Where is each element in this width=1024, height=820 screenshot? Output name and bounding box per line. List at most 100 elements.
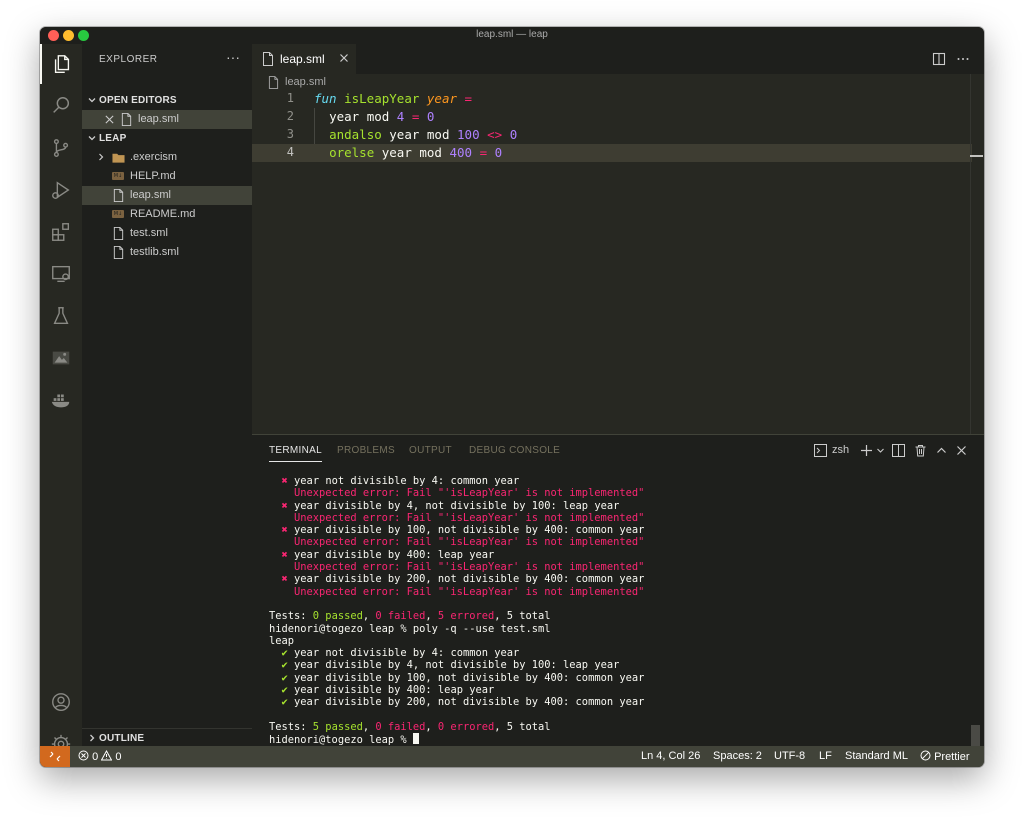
cursor-position[interactable]: Ln 4, Col 26 <box>641 750 700 762</box>
tab-problems[interactable]: PROBLEMS <box>337 445 395 456</box>
chevron-down-icon <box>88 136 96 141</box>
editor-tab-bar: leap.sml <box>252 44 984 74</box>
warning-count: 0 <box>115 751 122 763</box>
outline-section[interactable]: OUTLINE <box>82 728 252 746</box>
problems-indicator[interactable]: 0 0 <box>78 749 122 763</box>
terminal-line: ✖ year divisible by 400: leap year <box>281 548 495 561</box>
remote-indicator[interactable] <box>40 746 70 767</box>
window-title: leap.sml — leap <box>476 29 548 40</box>
terminal-icon <box>814 444 827 457</box>
terminal-line: ✔ year divisible by 100, not divisible b… <box>281 671 645 684</box>
editor-area: leap.sml leap.sml 1 fun isLeapYear year … <box>252 44 984 434</box>
status-bar: 0 0 Ln 4, Col 26 Spaces: 2 UTF-8 LF Stan… <box>40 746 984 767</box>
markdown-icon: M↓ <box>112 210 124 218</box>
chevron-down-icon[interactable] <box>876 446 885 455</box>
folder-label: LEAP <box>99 133 127 144</box>
tab-output[interactable]: OUTPUT <box>409 445 452 456</box>
chevron-right-icon <box>99 153 104 161</box>
file-icon <box>113 189 124 202</box>
file-icon <box>113 227 124 240</box>
code-text: andalso year mod 100 <> 0 <box>329 127 518 142</box>
language-mode[interactable]: Standard ML <box>845 750 908 762</box>
tab-leap-sml[interactable]: leap.sml <box>252 44 356 74</box>
line-number: 1 <box>286 91 294 105</box>
terminal-line: ✔ year not divisible by 4: common year <box>281 647 520 660</box>
run-debug-icon[interactable] <box>40 170 82 210</box>
trash-icon[interactable] <box>914 444 927 457</box>
explorer-sidebar: EXPLORER ··· OPEN EDITORS leap.sml LEAP … <box>82 44 252 746</box>
error-icon <box>78 750 89 761</box>
activity-bar <box>40 44 82 754</box>
split-editor-icon[interactable] <box>932 52 946 66</box>
remote-explorer-icon[interactable] <box>40 254 82 294</box>
testing-flask-icon[interactable] <box>40 296 82 336</box>
docker-icon[interactable] <box>40 380 82 420</box>
tree-item-testlib-sml[interactable]: testlib.sml <box>82 243 252 262</box>
prettier-label: Prettier <box>934 751 970 763</box>
tree-item-label: HELP.md <box>130 170 176 182</box>
tree-item-label: .exercism <box>130 151 178 163</box>
cursor-position-marker <box>970 155 983 157</box>
open-editors-label: OPEN EDITORS <box>99 95 177 106</box>
prettier-status[interactable]: Prettier <box>920 750 970 763</box>
outline-label: OUTLINE <box>99 733 145 744</box>
tree-item-label: test.sml <box>130 227 168 239</box>
terminal-cursor <box>412 733 419 745</box>
editor-actions <box>932 51 972 67</box>
source-control-icon[interactable] <box>40 128 82 168</box>
tree-item-leap-sml[interactable]: leap.sml <box>82 186 252 205</box>
overview-ruler[interactable] <box>970 74 984 434</box>
tree-item-exercism[interactable]: .exercism <box>82 148 252 167</box>
terminal-line: ✖ year divisible by 100, not divisible b… <box>281 524 645 537</box>
error-count: 0 <box>92 751 99 763</box>
leap-folder-section[interactable]: LEAP <box>82 130 252 148</box>
tab-debug-console[interactable]: DEBUG CONSOLE <box>469 445 560 456</box>
encoding[interactable]: UTF-8 <box>774 750 805 762</box>
terminal-shell-selector[interactable]: zsh <box>832 444 849 456</box>
tab-terminal[interactable]: TERMINAL <box>269 445 322 462</box>
explorer-more-actions-button[interactable]: ··· <box>226 49 240 65</box>
terminal-line: ✔ year divisible by 4, not divisible by … <box>281 659 620 672</box>
split-terminal-icon[interactable] <box>892 444 905 457</box>
add-terminal-icon[interactable] <box>860 444 873 457</box>
code-line[interactable]: 2 year mod 4 = 0 <box>252 108 972 126</box>
terminal-line: Unexpected error: Fail "'isLeapYear' is … <box>294 511 645 524</box>
terminal-line: Unexpected error: Fail "'isLeapYear' is … <box>294 585 645 598</box>
search-icon[interactable] <box>40 86 82 126</box>
line-number: 3 <box>286 127 294 141</box>
terminal-line: leap <box>269 634 295 647</box>
tree-item-help-md[interactable]: M↓ HELP.md <box>82 167 252 186</box>
prohibited-icon <box>920 750 931 761</box>
code-line-current[interactable]: 4 orelse year mod 400 = 0 <box>252 144 972 162</box>
open-editor-item[interactable]: leap.sml <box>82 110 252 129</box>
end-of-line[interactable]: LF <box>819 750 832 762</box>
chevron-down-icon <box>88 98 96 103</box>
code-text: orelse year mod 400 = 0 <box>329 145 503 160</box>
code-line[interactable]: 1 fun isLeapYear year = <box>252 90 972 108</box>
panel-tabs: TERMINAL PROBLEMS OUTPUT DEBUG CONSOLE z… <box>252 435 984 465</box>
close-tab-icon[interactable] <box>338 52 350 64</box>
open-editors-section[interactable]: OPEN EDITORS <box>82 92 252 110</box>
code-line[interactable]: 3 andalso year mod 100 <> 0 <box>252 126 972 144</box>
tree-item-test-sml[interactable]: test.sml <box>82 224 252 243</box>
more-actions-icon[interactable] <box>956 52 970 66</box>
close-panel-icon[interactable] <box>956 445 967 456</box>
indentation[interactable]: Spaces: 2 <box>713 750 762 762</box>
live-share-icon[interactable] <box>40 338 82 378</box>
terminal-line: Unexpected error: Fail "'isLeapYear' is … <box>294 536 645 549</box>
title-bar: leap.sml — leap <box>40 27 984 44</box>
maximize-panel-icon[interactable] <box>936 445 947 456</box>
file-icon <box>113 246 124 259</box>
breadcrumb[interactable]: leap.sml <box>252 74 652 90</box>
close-icon[interactable] <box>104 114 115 125</box>
accounts-icon[interactable] <box>40 682 82 722</box>
tree-item-readme-md[interactable]: M↓ README.md <box>82 205 252 224</box>
terminal-prompt-line: hidenori@togezo leap % <box>269 733 969 746</box>
terminal-output[interactable]: ✖ year not divisible by 4: common year U… <box>269 475 969 746</box>
terminal-scrollbar[interactable] <box>971 725 980 747</box>
code-text: fun isLeapYear year = <box>314 91 473 106</box>
explorer-icon[interactable] <box>40 44 82 84</box>
extensions-icon[interactable] <box>40 212 82 252</box>
explorer-title: EXPLORER <box>99 54 158 65</box>
tree-item-label: testlib.sml <box>130 246 179 258</box>
